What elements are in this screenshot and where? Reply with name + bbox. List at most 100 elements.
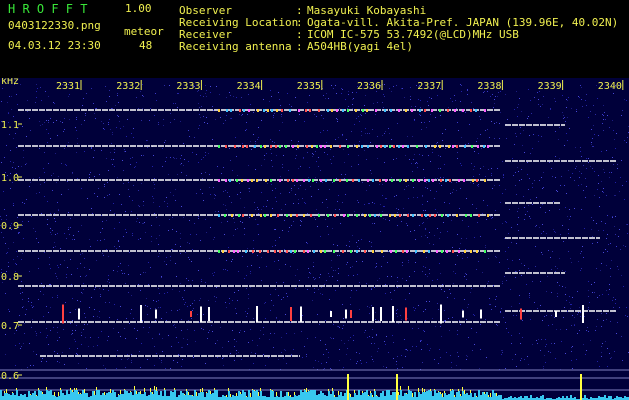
noise-dot xyxy=(245,130,246,131)
noise-dot xyxy=(202,193,203,194)
noise-dot xyxy=(385,344,386,345)
activity-bar xyxy=(298,395,300,400)
noise-dot xyxy=(482,272,483,273)
noise-dot xyxy=(103,289,104,290)
noise-dot xyxy=(429,273,430,274)
noise-dot xyxy=(228,247,229,248)
noise-dot xyxy=(166,257,167,258)
noise-dot xyxy=(362,182,363,183)
noise-dot xyxy=(321,115,322,116)
noise-dot xyxy=(276,318,277,319)
noise-dot xyxy=(396,364,397,365)
noise-dot xyxy=(13,116,14,117)
noise-dot xyxy=(215,343,216,344)
noise-dot xyxy=(341,93,342,94)
noise-dot xyxy=(23,306,24,307)
noise-dot xyxy=(161,360,162,361)
noise-dot xyxy=(106,249,107,250)
activity-bar xyxy=(94,395,96,400)
noise-dot xyxy=(48,122,49,123)
noise-dot xyxy=(77,178,78,179)
noise-dot xyxy=(523,196,524,197)
noise-dot xyxy=(165,368,166,369)
noise-dot xyxy=(33,178,34,179)
noise-dot xyxy=(576,166,577,167)
carrier-doppler xyxy=(390,250,392,253)
noise-dot xyxy=(385,131,386,132)
noise-dot xyxy=(199,322,200,323)
activity-spike xyxy=(144,388,145,392)
noise-dot xyxy=(314,288,315,289)
noise-dot xyxy=(456,190,457,191)
noise-dot xyxy=(524,265,525,266)
y-tick-label: 0.9 xyxy=(1,221,19,232)
noise-dot xyxy=(502,283,503,284)
noise-dot xyxy=(474,151,475,152)
noise-dot xyxy=(559,209,560,210)
noise-dot xyxy=(378,348,379,349)
noise-dot xyxy=(84,258,85,259)
noise-dot xyxy=(440,156,441,157)
noise-dot xyxy=(362,261,363,262)
noise-dot xyxy=(286,363,287,364)
noise-dot xyxy=(423,180,424,181)
noise-dot xyxy=(206,96,207,97)
noise-dot xyxy=(175,244,176,245)
noise-dot xyxy=(594,171,595,172)
noise-dot xyxy=(425,210,426,211)
noise-dot xyxy=(338,195,339,196)
noise-dot xyxy=(175,327,176,328)
noise-dot xyxy=(536,225,537,226)
noise-dot xyxy=(359,141,360,142)
noise-dot xyxy=(370,142,371,143)
noise-dot xyxy=(222,347,223,348)
noise-dot xyxy=(183,338,184,339)
noise-dot xyxy=(491,121,492,122)
noise-dot xyxy=(205,282,206,283)
noise-dot xyxy=(2,88,3,89)
noise-dot xyxy=(77,143,78,144)
activity-spike xyxy=(74,388,75,390)
carrier-doppler xyxy=(245,250,247,253)
noise-dot xyxy=(565,207,566,208)
noise-dot xyxy=(229,303,230,304)
activity-bar xyxy=(542,395,544,400)
noise-dot xyxy=(13,162,14,163)
carrier-doppler xyxy=(330,145,332,148)
noise-dot xyxy=(171,249,172,250)
activity-bar xyxy=(426,391,428,400)
noise-dot xyxy=(142,95,143,96)
activity-bar xyxy=(276,396,278,400)
noise-dot xyxy=(413,159,414,160)
noise-dot xyxy=(532,281,533,282)
noise-dot xyxy=(473,176,474,177)
noise-dot xyxy=(345,174,346,175)
noise-dot xyxy=(406,349,407,350)
noise-dot xyxy=(433,244,434,245)
noise-dot xyxy=(333,338,334,339)
noise-dot xyxy=(511,242,512,243)
noise-dot xyxy=(610,321,611,322)
noise-dot xyxy=(1,162,2,163)
noise-dot xyxy=(281,209,282,210)
noise-dot xyxy=(187,242,188,243)
noise-dot xyxy=(114,246,115,247)
noise-dot xyxy=(143,201,144,202)
noise-dot xyxy=(512,158,513,159)
noise-dot xyxy=(417,163,418,164)
carrier-doppler xyxy=(384,109,386,112)
noise-dot xyxy=(486,357,487,358)
noise-dot xyxy=(375,312,376,313)
noise-dot xyxy=(350,297,351,298)
noise-dot xyxy=(567,117,568,118)
noise-dot xyxy=(117,93,118,94)
carrier-doppler xyxy=(421,214,423,217)
noise-dot xyxy=(139,351,140,352)
noise-dot xyxy=(348,94,349,95)
noise-dot xyxy=(188,130,189,131)
noise-dot xyxy=(201,328,202,329)
noise-dot xyxy=(610,243,611,244)
noise-dot xyxy=(512,260,513,261)
noise-dot xyxy=(328,357,329,358)
noise-dot xyxy=(118,102,119,103)
